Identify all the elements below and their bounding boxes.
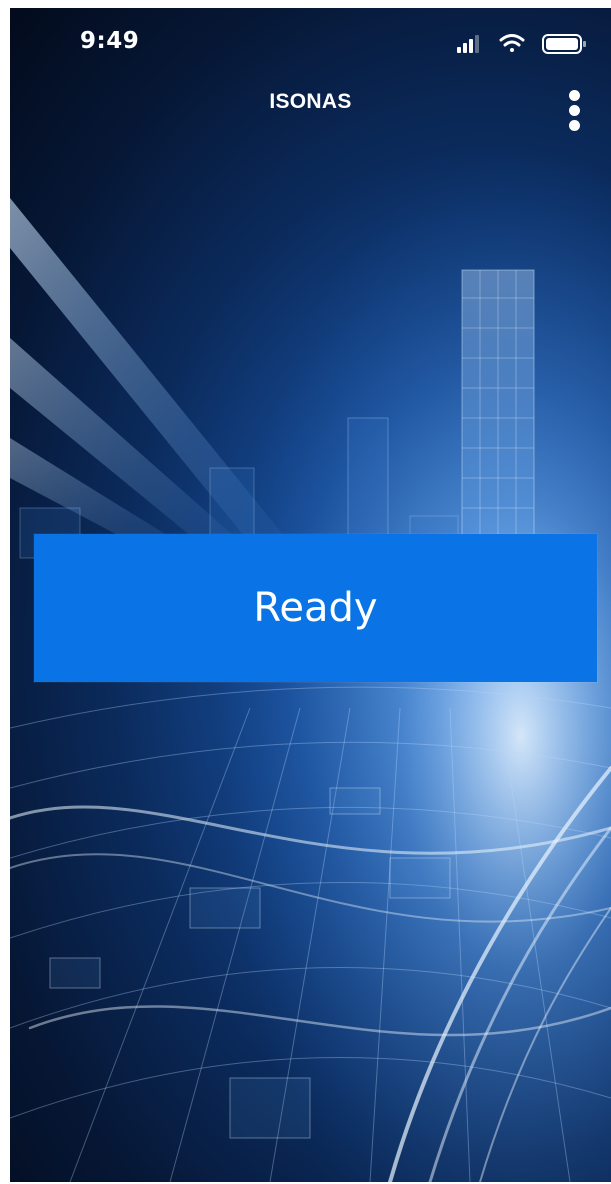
menu-dot	[569, 105, 580, 116]
cellular-signal-icon	[457, 35, 479, 53]
more-vertical-icon[interactable]	[560, 88, 590, 134]
wifi-icon	[499, 34, 525, 52]
ready-button[interactable]: Ready	[34, 534, 597, 682]
app-screen: 9:49 ISONAS Ready	[10, 8, 611, 1182]
status-time: 9:49	[80, 28, 140, 54]
status-icons	[457, 34, 586, 54]
menu-dot	[569, 90, 580, 101]
menu-dot	[569, 120, 580, 131]
battery-icon	[542, 34, 586, 54]
status-bar: 9:49	[10, 8, 611, 78]
app-title: ISONAS	[269, 90, 352, 113]
